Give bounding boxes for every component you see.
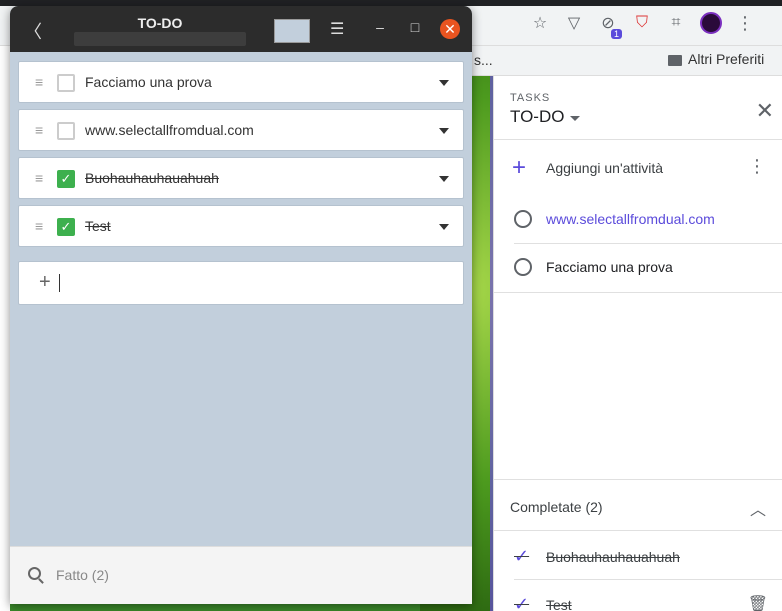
plus-icon: +: [39, 271, 51, 293]
list-name: TO-DO: [510, 107, 565, 126]
extension-icons: ☆ ▽ ⊘ 1 ⛉ ⌗ ⋮: [530, 12, 754, 39]
checkmark-icon[interactable]: ✓: [514, 594, 532, 611]
window-titlebar: 〈 TO-DO ☰ – □ ✕: [10, 6, 472, 52]
chevron-down-icon[interactable]: [439, 128, 449, 134]
task-complete-circle[interactable]: [514, 258, 532, 276]
drag-handle-icon[interactable]: ≡: [35, 170, 43, 186]
close-icon[interactable]: ✕: [756, 98, 774, 124]
chevron-up-icon[interactable]: ︿: [750, 496, 766, 520]
add-task-label: Aggiungi un'attività: [546, 160, 664, 176]
pocket-icon[interactable]: ▽: [564, 13, 584, 33]
todo-text[interactable]: Facciamo una prova: [85, 74, 212, 90]
todo-text[interactable]: www.selectallfromdual.com: [85, 122, 254, 138]
divider: [514, 243, 782, 244]
extension-badge: 1: [610, 29, 622, 39]
new-todo-input[interactable]: +: [18, 261, 464, 305]
todo-item[interactable]: ≡ ✓ Test: [18, 205, 464, 247]
completed-task-item[interactable]: ✓ Buohauhauhauahuah: [514, 546, 680, 567]
maximize-icon[interactable]: □: [405, 19, 425, 35]
more-options-icon[interactable]: ⋮: [748, 156, 766, 177]
todo-item[interactable]: ≡ ✓ Buohauhauhauahuah: [18, 157, 464, 199]
star-icon[interactable]: ☆: [530, 13, 550, 33]
task-item[interactable]: www.selectallfromdual.com: [514, 210, 715, 228]
tasks-label: TASKS: [510, 92, 551, 104]
minimize-icon[interactable]: –: [370, 19, 390, 35]
drag-handle-icon[interactable]: ≡: [35, 74, 43, 90]
task-text: Facciamo una prova: [546, 259, 673, 275]
chevron-down-icon: [570, 115, 581, 121]
divider: [494, 479, 782, 480]
folder-icon: [668, 54, 682, 66]
color-picker-button[interactable]: [274, 19, 310, 43]
block-extension-icon[interactable]: ⊘ 1: [598, 13, 622, 39]
trash-icon[interactable]: 🗑: [748, 594, 768, 611]
completed-header[interactable]: Completate (2): [510, 499, 603, 515]
todo-window: 〈 TO-DO ☰ – □ ✕ ≡ Facciamo una prova ≡ w…: [10, 6, 472, 604]
divider: [494, 139, 782, 140]
checkmark-icon[interactable]: ✓: [514, 546, 532, 567]
avatar[interactable]: [700, 12, 722, 34]
todo-checkbox[interactable]: [57, 122, 75, 140]
page-background: [0, 46, 10, 611]
task-complete-circle[interactable]: [514, 210, 532, 228]
screenshot-extension-icon[interactable]: ⌗: [666, 13, 686, 33]
menu-icon[interactable]: ☰: [330, 19, 344, 39]
window-subtitle-blurred: [74, 32, 246, 46]
todo-item[interactable]: ≡ www.selectallfromdual.com: [18, 109, 464, 151]
task-text[interactable]: www.selectallfromdual.com: [546, 211, 715, 227]
todo-checkbox[interactable]: [57, 74, 75, 92]
todo-checkbox-checked[interactable]: ✓: [57, 218, 75, 236]
task-item[interactable]: Facciamo una prova: [514, 258, 673, 276]
bookmarks-bar: s... Altri Preferiti: [472, 46, 782, 76]
todo-text[interactable]: Buohauhauhauahuah: [85, 170, 219, 186]
bookmark-folder-label: Altri Preferiti: [688, 51, 765, 67]
window-footer: Fatto (2): [10, 546, 472, 604]
divider: [494, 292, 782, 293]
divider: [514, 579, 782, 580]
bookmark-folder-other[interactable]: Altri Preferiti: [668, 51, 764, 67]
list-selector[interactable]: TO-DO: [510, 107, 581, 127]
completed-task-item[interactable]: ✓ Test: [514, 594, 572, 611]
chevron-down-icon[interactable]: [439, 80, 449, 86]
bookmark-item[interactable]: s...: [474, 52, 493, 68]
completed-task-text: Buohauhauhauahuah: [546, 548, 680, 565]
text-cursor: [59, 274, 60, 292]
todo-item[interactable]: ≡ Facciamo una prova: [18, 61, 464, 103]
zoom-out-icon[interactable]: [28, 567, 41, 580]
add-task-button[interactable]: + Aggiungi un'attività: [512, 156, 663, 180]
chevron-down-icon[interactable]: [439, 176, 449, 182]
completed-task-text: Test: [546, 596, 572, 611]
chevron-down-icon[interactable]: [439, 224, 449, 230]
todo-checkbox-checked[interactable]: ✓: [57, 170, 75, 188]
tasks-panel: TASKS TO-DO ✕ + Aggiungi un'attività ⋮ w…: [493, 76, 782, 611]
divider: [494, 530, 782, 531]
close-window-icon[interactable]: ✕: [440, 19, 460, 39]
plus-icon: +: [512, 154, 527, 181]
browser-menu-icon[interactable]: ⋮: [736, 13, 754, 34]
window-title: TO-DO: [137, 15, 183, 31]
shield-extension-icon[interactable]: ⛉: [632, 13, 652, 33]
todo-text[interactable]: Test: [85, 218, 111, 234]
drag-handle-icon[interactable]: ≡: [35, 218, 43, 234]
drag-handle-icon[interactable]: ≡: [35, 122, 43, 138]
done-count[interactable]: Fatto (2): [56, 567, 109, 583]
